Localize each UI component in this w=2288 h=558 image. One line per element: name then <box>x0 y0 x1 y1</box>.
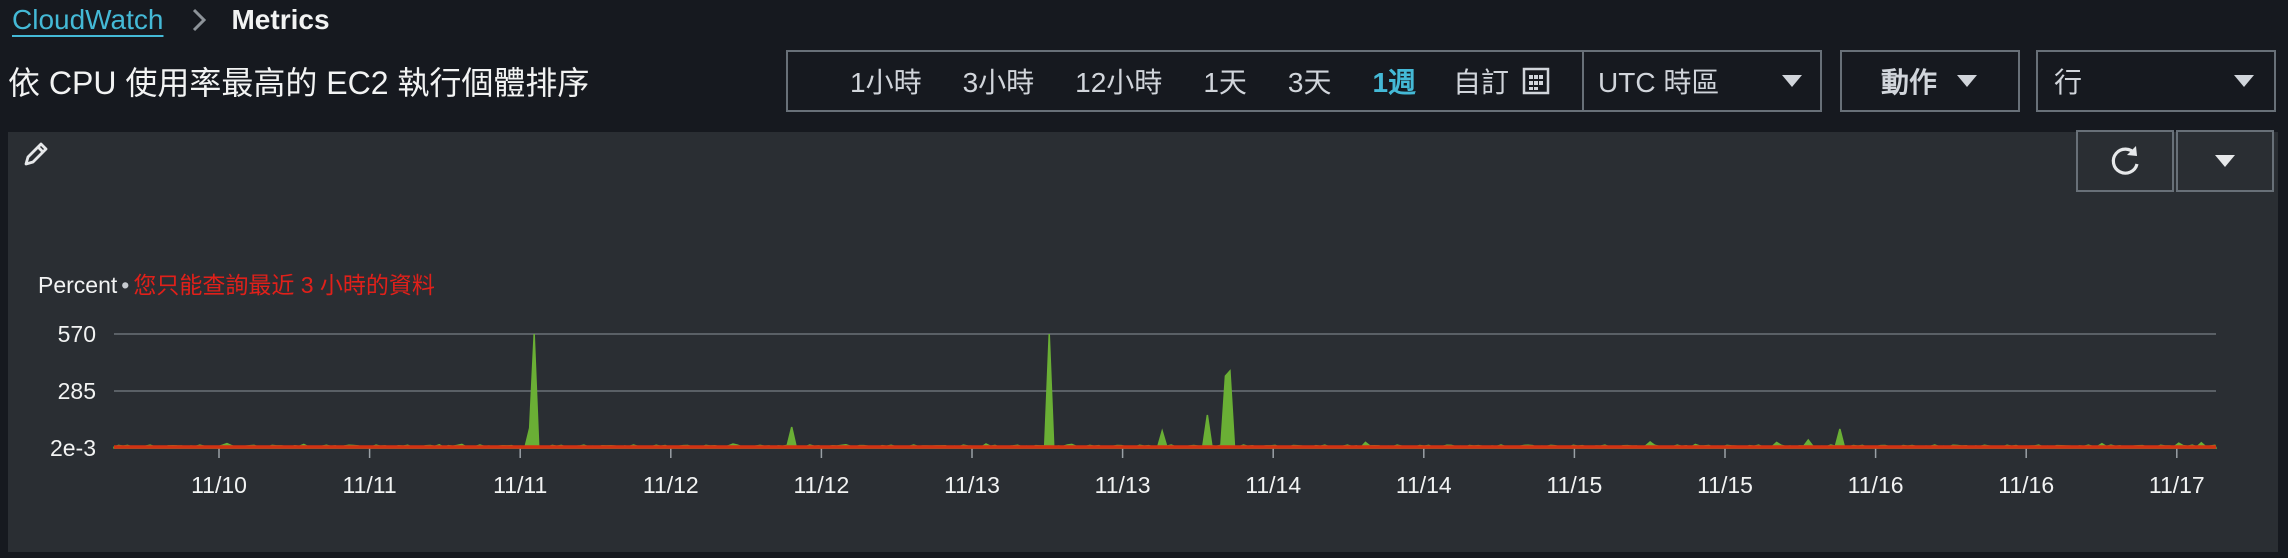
breadcrumb-cloudwatch-link[interactable]: CloudWatch <box>12 4 163 36</box>
time-range-option[interactable]: 12小時 <box>1075 61 1162 101</box>
caret-down-icon <box>2234 75 2254 87</box>
y-tick-label: 570 <box>58 321 96 347</box>
caret-down-icon <box>1957 75 1977 87</box>
time-range-options: 1小時 3小時 12小時 1天 3天 1週 <box>788 52 1457 110</box>
actions-button[interactable]: 動作 <box>1840 50 2020 112</box>
y-tick-label: 2e-3 <box>50 435 96 461</box>
x-tick-label: 11/11 <box>343 472 397 498</box>
calendar-icon <box>1522 67 1550 95</box>
custom-range-button[interactable]: 自訂 <box>1453 52 1551 110</box>
time-range-option[interactable]: 1天 <box>1203 61 1247 101</box>
x-tick-label: 11/17 <box>2149 472 2205 498</box>
x-tick-label: 11/11 <box>493 472 547 498</box>
chevron-right-icon <box>193 8 207 32</box>
time-range-option[interactable]: 1週 <box>1372 61 1416 101</box>
breadcrumb: CloudWatch Metrics <box>12 2 330 38</box>
graph-panel: Percent • 您只能查詢最近 3 小時的資料 570 285 2e-3 11/10 1… <box>8 130 2278 552</box>
x-tick-label: 11/15 <box>1697 472 1753 498</box>
time-range-option[interactable]: 3小時 <box>963 61 1035 101</box>
x-tick-label: 11/10 <box>191 472 247 498</box>
x-tick-label: 11/16 <box>1848 472 1904 498</box>
caret-down-icon <box>1782 75 1802 87</box>
x-tick-label: 11/14 <box>1396 472 1452 498</box>
page-title: 依 CPU 使用率最高的 EC2 執行個體排序 <box>8 65 590 101</box>
custom-range-label: 自訂 <box>1453 67 1510 98</box>
x-tick-label: 11/12 <box>793 472 849 498</box>
layout-select[interactable]: 行 <box>2036 50 2276 112</box>
y-tick-label: 285 <box>58 378 96 404</box>
x-tick-label: 11/14 <box>1245 472 1301 498</box>
x-tick-label: 11/12 <box>643 472 699 498</box>
timezone-value: UTC 時區 <box>1598 67 1720 98</box>
time-range-selector: 1小時 3小時 12小時 1天 3天 1週 自訂 UTC 時區 <box>786 50 1822 112</box>
x-tick-label: 11/13 <box>1095 472 1151 498</box>
x-tick-label: 11/13 <box>944 472 1000 498</box>
actions-label: 動作 <box>1880 67 1937 98</box>
x-tick-label: 11/15 <box>1546 472 1602 498</box>
breadcrumb-current: Metrics <box>231 4 330 35</box>
cpu-utilization-chart: 570 285 2e-3 11/10 11/11 11/11 11/12 11/12 11/13… <box>50 321 2218 498</box>
time-range-option[interactable]: 1小時 <box>850 61 922 101</box>
time-range-option[interactable]: 3天 <box>1288 61 1332 101</box>
x-tick-label: 11/16 <box>1998 472 2054 498</box>
timezone-select[interactable]: UTC 時區 <box>1582 52 1820 110</box>
layout-value: 行 <box>2054 67 2083 98</box>
